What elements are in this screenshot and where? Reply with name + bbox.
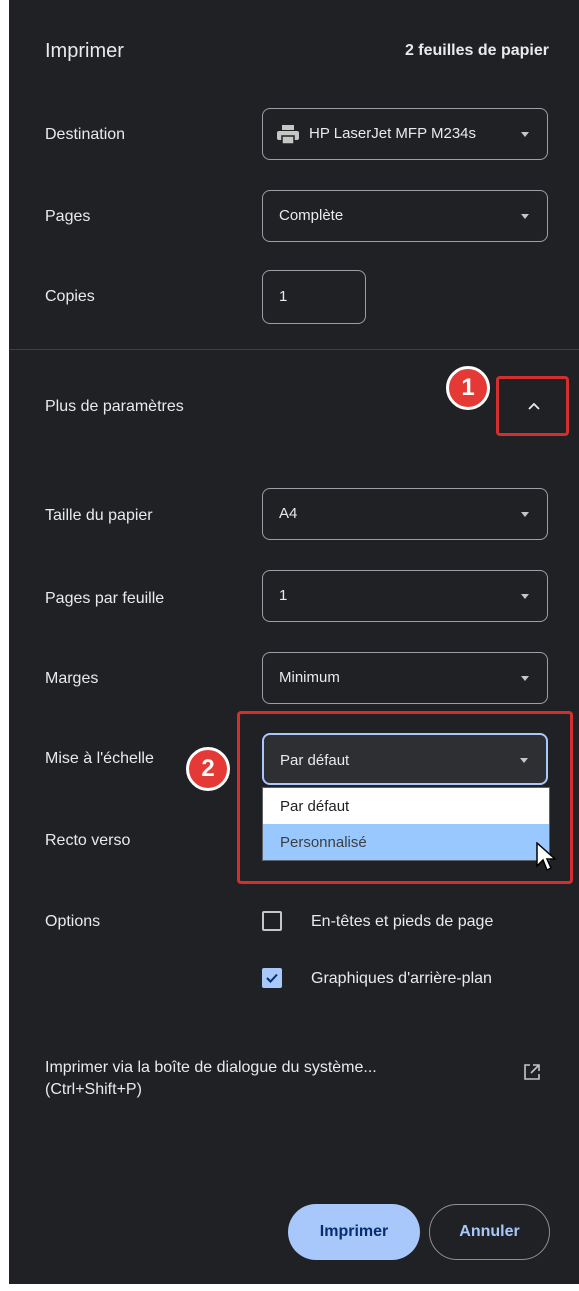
destination-label: Destination — [45, 126, 126, 143]
headers-footers-label: En-têtes et pieds de page — [311, 913, 494, 930]
system-dialog-link[interactable]: Imprimer via la boîte de dialogue du sys… — [45, 1057, 377, 1101]
section-divider — [9, 349, 579, 350]
system-dialog-text: Imprimer via la boîte de dialogue du sys… — [45, 1059, 377, 1076]
chevron-down-icon — [521, 512, 529, 517]
pages-value: Complète — [279, 207, 344, 224]
pages-per-sheet-select[interactable]: 1 — [262, 570, 548, 622]
duplex-label: Recto verso — [45, 832, 131, 849]
mouse-cursor-icon — [536, 842, 556, 872]
highlight-box-2 — [237, 711, 573, 884]
margins-label: Marges — [45, 670, 99, 687]
sheet-count: 2 feuilles de papier — [404, 42, 549, 59]
copies-label: Copies — [45, 288, 95, 305]
open-external-icon[interactable] — [522, 1062, 542, 1082]
step-badge-1: 1 — [446, 366, 490, 410]
destination-select[interactable]: HP LaserJet MFP M234s — [262, 108, 548, 160]
step-badge-2: 2 — [186, 747, 230, 791]
paper-size-value: A4 — [279, 505, 298, 522]
copies-input[interactable]: 1 — [262, 270, 366, 324]
system-dialog-shortcut: (Ctrl+Shift+P) — [45, 1081, 142, 1098]
options-label: Options — [45, 913, 101, 930]
chevron-down-icon — [521, 594, 529, 599]
chevron-down-icon — [521, 214, 529, 219]
headers-footers-checkbox[interactable] — [262, 911, 282, 931]
pages-label: Pages — [45, 208, 91, 225]
check-icon — [266, 973, 278, 983]
chevron-down-icon — [521, 132, 529, 137]
paper-size-label: Taille du papier — [45, 507, 153, 524]
pages-per-sheet-label: Pages par feuille — [45, 590, 165, 607]
margins-select[interactable]: Minimum — [262, 652, 548, 704]
pages-select[interactable]: Complète — [262, 190, 548, 242]
printer-icon — [277, 125, 299, 145]
highlight-box-1 — [496, 376, 569, 436]
scale-label: Mise à l'échelle — [45, 750, 154, 767]
background-graphics-checkbox[interactable] — [262, 968, 282, 988]
background-graphics-label: Graphiques d'arrière-plan — [311, 970, 492, 987]
pages-per-sheet-value: 1 — [279, 587, 288, 604]
margins-value: Minimum — [279, 669, 340, 686]
cancel-button[interactable]: Annuler — [429, 1204, 550, 1260]
destination-value: HP LaserJet MFP M234s — [309, 125, 477, 142]
page-title: Imprimer — [45, 40, 124, 62]
copies-value: 1 — [279, 288, 288, 305]
more-settings-label: Plus de paramètres — [45, 398, 184, 415]
chevron-down-icon — [521, 676, 529, 681]
print-button[interactable]: Imprimer — [288, 1204, 420, 1260]
paper-size-select[interactable]: A4 — [262, 488, 548, 540]
